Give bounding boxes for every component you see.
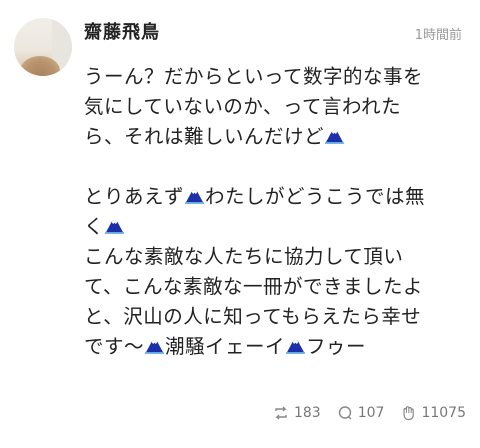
repost-count: 183 — [293, 405, 321, 421]
post-line: うーん？だからといって数字的な事を — [84, 65, 424, 88]
repost-button[interactable]: 183 — [273, 405, 321, 421]
mount-fuji-icon — [145, 337, 164, 354]
post-line: て、こんな素敵な一冊ができましたよ — [84, 275, 424, 298]
mount-fuji-icon — [185, 187, 204, 204]
avatar[interactable] — [14, 18, 72, 76]
post-actions: 183 107 11075 — [273, 405, 466, 421]
post-text: です〜 — [84, 335, 145, 358]
post-line: 気にしていないのか、って言われた — [84, 95, 402, 118]
post-line: ら、それは難しいんだけど — [84, 122, 466, 152]
post-timestamp: 1時間前 — [414, 28, 462, 43]
post-text: ら、それは難しいんだけど — [84, 125, 325, 148]
comment-count: 107 — [357, 405, 385, 421]
post-line: こんな素敵な人たちに協力して頂い — [84, 245, 404, 268]
comment-icon — [338, 406, 352, 420]
post-text: とりあえず — [84, 185, 185, 208]
post-text: わたしがどうこうでは無 — [205, 185, 426, 208]
comment-button[interactable]: 107 — [337, 405, 385, 421]
post-text: フゥー — [306, 335, 367, 358]
clap-count: 11075 — [421, 405, 466, 421]
post-line: と、沢山の人に知ってもらえたら幸せ — [84, 305, 422, 328]
mount-fuji-icon — [286, 337, 305, 354]
clap-icon — [403, 406, 415, 421]
mount-fuji-icon — [325, 127, 344, 144]
post-line: とりあえず わたしがどうこうでは無 — [84, 182, 466, 212]
repost-icon — [275, 406, 287, 420]
post-body: うーん？だからといって数字的な事を 気にしていないのか、って言われた ら、それは… — [84, 62, 466, 362]
post-text: く — [84, 215, 105, 238]
post-line: く — [84, 212, 466, 242]
post-line: です〜 潮騒イェーイ フゥー — [84, 332, 466, 362]
mount-fuji-icon — [105, 217, 124, 234]
author-name[interactable]: 齋藤飛鳥 — [84, 18, 160, 44]
post-text: 潮騒イェーイ — [165, 335, 286, 358]
clap-button[interactable]: 11075 — [400, 405, 466, 421]
